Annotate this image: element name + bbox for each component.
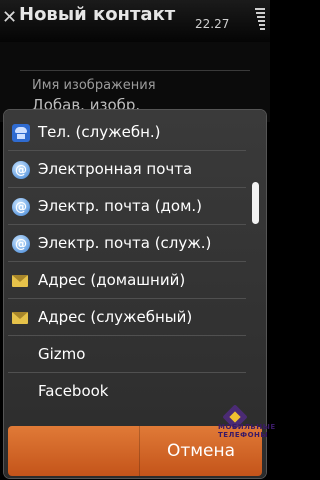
list-item-label: Тел. (служебн.)	[38, 123, 161, 141]
list-item-facebook[interactable]: Facebook	[4, 373, 250, 410]
field-type-list: Тел. (служебн.) @ Электронная почта @ Эл…	[4, 110, 250, 415]
list-item-address-work[interactable]: Адрес (служебный)	[4, 299, 250, 336]
cancel-button[interactable]: Отмена	[140, 426, 262, 476]
email-icon: @	[12, 161, 30, 179]
field-type-popup: Тел. (служебн.) @ Электронная почта @ Эл…	[4, 110, 266, 478]
list-item-label: Адрес (домашний)	[38, 271, 186, 289]
list-item-email-work[interactable]: @ Электр. почта (служ.)	[4, 225, 250, 262]
list-item-label: Электр. почта (служ.)	[38, 234, 212, 252]
image-field-label: Имя изображения	[32, 78, 156, 93]
email-icon: @	[12, 198, 30, 216]
scrollbar[interactable]	[252, 118, 260, 408]
envelope-icon	[12, 312, 28, 324]
softkey-bar: Отмена	[8, 426, 262, 476]
clock: 22.27	[195, 17, 230, 31]
list-item-email[interactable]: @ Электронная почта	[4, 151, 250, 188]
divider	[20, 70, 250, 71]
signal-strength-icon	[249, 6, 267, 34]
list-item-address-home[interactable]: Адрес (домашний)	[4, 262, 250, 299]
list-item-work-phone[interactable]: Тел. (служебн.)	[4, 114, 250, 151]
page-title: Новый контакт	[19, 4, 176, 25]
list-item-label: Facebook	[38, 382, 109, 400]
list-item-email-home[interactable]: @ Электр. почта (дом.)	[4, 188, 250, 225]
list-item-gizmo[interactable]: Gizmo	[4, 336, 250, 373]
email-icon: @	[12, 235, 30, 253]
list-item-label: Электр. почта (дом.)	[38, 197, 203, 215]
list-item-label: Адрес (служебный)	[38, 308, 193, 326]
close-icon[interactable]: ✕	[2, 8, 18, 28]
status-bar: ✕ Новый контакт 22.27	[0, 0, 270, 42]
list-item-label: Gizmo	[38, 345, 86, 363]
phone-icon	[12, 124, 30, 142]
envelope-icon	[12, 275, 28, 287]
scroll-thumb[interactable]	[252, 182, 259, 224]
list-item-label: Электронная почта	[38, 160, 193, 178]
